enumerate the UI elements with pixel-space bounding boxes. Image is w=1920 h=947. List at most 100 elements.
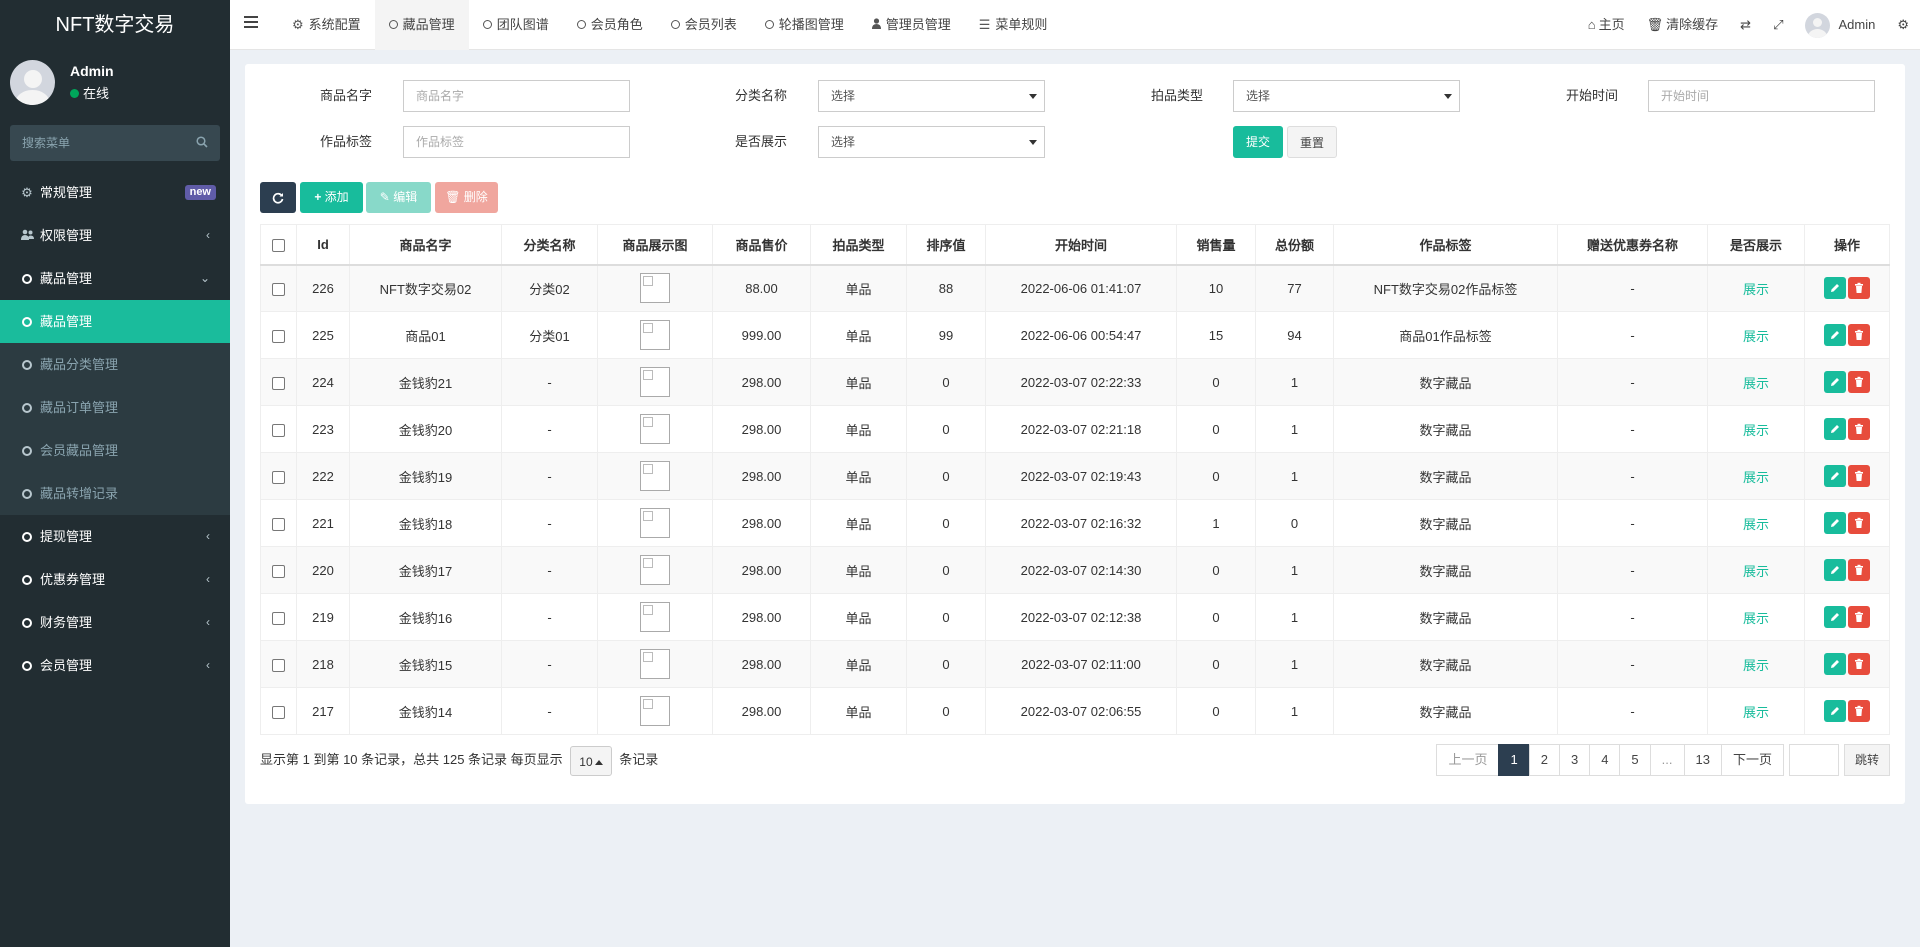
row-edit-button[interactable] — [1824, 465, 1846, 487]
row-delete-button[interactable] — [1848, 512, 1870, 534]
tag-input[interactable] — [403, 126, 630, 158]
sidebar-item-collection[interactable]: 藏品管理 ⌄ — [0, 257, 230, 300]
tab-menu-rules[interactable]: ☰ 菜单规则 — [965, 0, 1062, 50]
search-icon[interactable] — [196, 136, 208, 148]
submit-button[interactable]: 提交 — [1233, 126, 1283, 158]
row-edit-button[interactable] — [1824, 606, 1846, 628]
show-select[interactable]: 选择 — [818, 126, 1045, 158]
page-button[interactable]: 13 — [1683, 744, 1722, 776]
select-all-checkbox[interactable] — [272, 238, 285, 252]
row-delete-button[interactable] — [1848, 559, 1870, 581]
broken-image-icon[interactable] — [640, 461, 670, 491]
col-header[interactable]: 商品名字 — [349, 224, 502, 266]
sidebar-subitem-category[interactable]: 藏品分类管理 — [0, 343, 230, 386]
page-button[interactable]: 3 — [1558, 744, 1591, 776]
col-header[interactable]: 开始时间 — [985, 224, 1177, 266]
row-edit-button[interactable] — [1824, 700, 1846, 722]
col-header[interactable]: Id — [296, 224, 350, 266]
show-toggle-link[interactable]: 展示 — [1743, 611, 1769, 626]
prev-page-button[interactable]: 上一页 — [1436, 744, 1500, 776]
delete-button[interactable]: 🗑 删除 — [435, 182, 498, 213]
row-edit-button[interactable] — [1824, 653, 1846, 675]
jump-page-input[interactable] — [1788, 744, 1839, 776]
col-header[interactable]: 是否展示 — [1707, 224, 1805, 266]
row-edit-button[interactable] — [1824, 559, 1846, 581]
row-edit-button[interactable] — [1824, 418, 1846, 440]
app-logo[interactable]: NFT数字交易 — [0, 0, 230, 50]
sidebar-item-member[interactable]: 会员管理 ‹ — [0, 644, 230, 687]
sidebar-subitem-member-collection[interactable]: 会员藏品管理 — [0, 429, 230, 472]
show-toggle-link[interactable]: 展示 — [1743, 658, 1769, 673]
col-header[interactable]: 销售量 — [1176, 224, 1256, 266]
table-row[interactable]: 221 金钱豹18-298.00 单品 0 2022-03-07 02:16:32 1 0 数… — [260, 499, 1890, 547]
sidebar-subitem-transfer[interactable]: 藏品转增记录 — [0, 472, 230, 515]
home-link[interactable]: ⌂ 主页 — [1577, 0, 1636, 50]
user-menu[interactable]: Admin — [1794, 0, 1886, 50]
col-header[interactable]: 总份额 — [1255, 224, 1334, 266]
col-header[interactable]: 作品标签 — [1333, 224, 1558, 266]
sidebar-item-permission[interactable]: 权限管理 ‹ — [0, 214, 230, 257]
table-row[interactable]: 219 金钱豹16-298.00 单品 0 2022-03-07 02:12:38 0 1 数… — [260, 593, 1890, 641]
row-edit-button[interactable] — [1824, 277, 1846, 300]
name-input[interactable] — [403, 80, 630, 112]
row-checkbox[interactable] — [272, 705, 285, 719]
hamburger-menu-icon[interactable] — [244, 16, 258, 28]
language-toggle-icon[interactable]: ⇄ — [1729, 0, 1762, 50]
add-button[interactable]: + 添加 — [300, 182, 363, 213]
row-checkbox[interactable] — [272, 470, 285, 484]
row-delete-button[interactable] — [1848, 418, 1870, 440]
table-row[interactable]: 225 商品01 分类01 999.00 单品 99 2022-06-06 00:54:47… — [260, 311, 1890, 359]
page-button[interactable]: 2 — [1528, 744, 1560, 776]
show-toggle-link[interactable]: 展示 — [1743, 282, 1769, 297]
row-checkbox[interactable] — [272, 329, 285, 343]
row-delete-button[interactable] — [1848, 324, 1870, 346]
col-header[interactable]: 分类名称 — [501, 224, 598, 266]
fullscreen-icon[interactable]: ⤢ — [1762, 0, 1794, 50]
table-row[interactable]: 217 金钱豹14-298.00 单品 0 2022-03-07 02:06:55 0 1 数… — [260, 687, 1890, 735]
edit-button[interactable]: ✎ 编辑 — [366, 182, 431, 213]
tab-member-role[interactable]: 会员角色 — [563, 0, 657, 50]
broken-image-icon[interactable] — [640, 273, 670, 304]
sidebar-subitem-collection[interactable]: 藏品管理 — [0, 300, 230, 343]
refresh-button[interactable] — [260, 182, 296, 213]
row-edit-button[interactable] — [1824, 371, 1846, 393]
row-checkbox[interactable] — [272, 376, 285, 390]
row-delete-button[interactable] — [1848, 700, 1870, 722]
broken-image-icon[interactable] — [640, 555, 670, 585]
row-checkbox[interactable] — [272, 282, 285, 296]
broken-image-icon[interactable] — [640, 508, 670, 538]
row-delete-button[interactable] — [1848, 606, 1870, 628]
clear-cache-button[interactable]: 🗑 清除缓存 — [1636, 0, 1730, 50]
broken-image-icon[interactable] — [640, 367, 670, 397]
settings-gear-icon[interactable]: ⚙ — [1886, 0, 1920, 50]
row-edit-button[interactable] — [1824, 512, 1846, 534]
tab-banner[interactable]: 轮播图管理 — [751, 0, 858, 50]
col-header[interactable]: 赠送优惠券名称 — [1557, 224, 1708, 266]
tab-system-config[interactable]: ⚙ 系统配置 — [278, 0, 375, 50]
sidebar-item-withdraw[interactable]: 提现管理 ‹ — [0, 515, 230, 558]
row-checkbox[interactable] — [272, 564, 285, 578]
sidebar-item-general[interactable]: ⚙ 常规管理 new — [0, 171, 230, 214]
sidebar-item-finance[interactable]: 财务管理 ‹ — [0, 601, 230, 644]
reset-button[interactable]: 重置 — [1287, 126, 1337, 158]
sidebar-item-coupon[interactable]: 优惠券管理 ‹ — [0, 558, 230, 601]
row-edit-button[interactable] — [1824, 324, 1846, 346]
show-toggle-link[interactable]: 展示 — [1743, 705, 1769, 720]
page-button[interactable]: 1 — [1498, 744, 1530, 776]
show-toggle-link[interactable]: 展示 — [1743, 564, 1769, 579]
col-header[interactable]: 排序值 — [906, 224, 986, 266]
tab-team-graph[interactable]: 团队图谱 — [469, 0, 563, 50]
page-button[interactable]: 5 — [1619, 744, 1651, 776]
row-delete-button[interactable] — [1848, 371, 1870, 393]
row-delete-button[interactable] — [1848, 653, 1870, 675]
page-size-select[interactable]: 10 — [570, 745, 612, 776]
row-checkbox[interactable] — [272, 611, 285, 625]
table-row[interactable]: 218 金钱豹15-298.00 单品 0 2022-03-07 02:11:00 0 1 数… — [260, 640, 1890, 688]
row-checkbox[interactable] — [272, 423, 285, 437]
show-toggle-link[interactable]: 展示 — [1743, 517, 1769, 532]
row-delete-button[interactable] — [1848, 277, 1870, 300]
tab-admin[interactable]: 管理员管理 — [858, 0, 965, 50]
col-header[interactable]: 商品展示图 — [597, 224, 713, 266]
broken-image-icon[interactable] — [640, 414, 670, 444]
show-toggle-link[interactable]: 展示 — [1743, 376, 1769, 391]
